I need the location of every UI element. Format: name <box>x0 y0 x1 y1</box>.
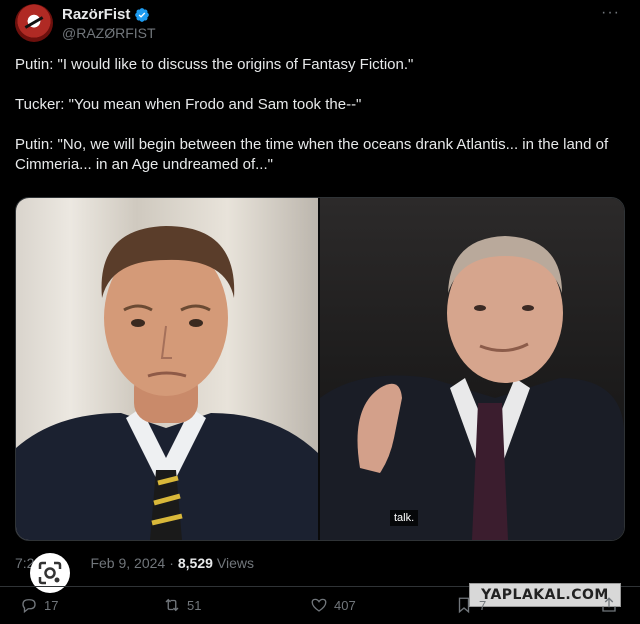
author-handle[interactable]: @RAZØRFIST <box>62 25 156 41</box>
share-icon <box>602 597 616 612</box>
tweet-line: Tucker: "You mean when Frodo and Sam too… <box>15 96 362 113</box>
repost-button[interactable]: 51 <box>163 596 201 614</box>
more-icon[interactable]: ··· <box>601 4 620 22</box>
repost-icon <box>165 598 179 612</box>
bookmark-icon <box>458 597 470 614</box>
repost-count: 51 <box>187 597 202 613</box>
tweet-line: Putin: "No, we will begin between the ti… <box>15 136 609 173</box>
like-button[interactable]: 407 <box>310 596 356 614</box>
author-avatar[interactable] <box>15 4 53 42</box>
reply-count: 17 <box>44 597 59 613</box>
author-display-name[interactable]: RazörFist <box>62 6 130 23</box>
bookmark-count: 7 <box>479 597 487 613</box>
google-lens-icon[interactable] <box>30 553 70 593</box>
reply-icon <box>22 599 36 614</box>
video-caption: talk. <box>390 510 419 526</box>
views-label: Views <box>216 555 255 571</box>
views-count: 8,529 <box>177 555 213 571</box>
tweet-media[interactable]: talk. <box>15 197 625 541</box>
heart-icon <box>311 598 327 612</box>
media-left-frame <box>16 198 318 540</box>
author-name-row: RazörFist <box>62 6 150 23</box>
man-left-illustration <box>16 226 318 540</box>
like-count: 407 <box>334 597 356 613</box>
tweet-date[interactable]: Feb 9, 2024 <box>90 555 165 571</box>
media-right-frame: talk. <box>320 198 624 540</box>
share-button[interactable] <box>600 596 618 614</box>
man-right-illustration <box>320 236 624 540</box>
bookmark-button[interactable]: 7 <box>455 596 486 614</box>
meta-separator: · <box>169 555 174 571</box>
tweet-line: Putin: "I would like to discuss the orig… <box>15 56 414 73</box>
reply-button[interactable]: 17 <box>20 596 58 614</box>
verified-badge-icon <box>135 7 150 22</box>
tweet-text: Putin: "I would like to discuss the orig… <box>15 55 615 175</box>
action-bar: 17 51 407 7 <box>0 596 640 620</box>
